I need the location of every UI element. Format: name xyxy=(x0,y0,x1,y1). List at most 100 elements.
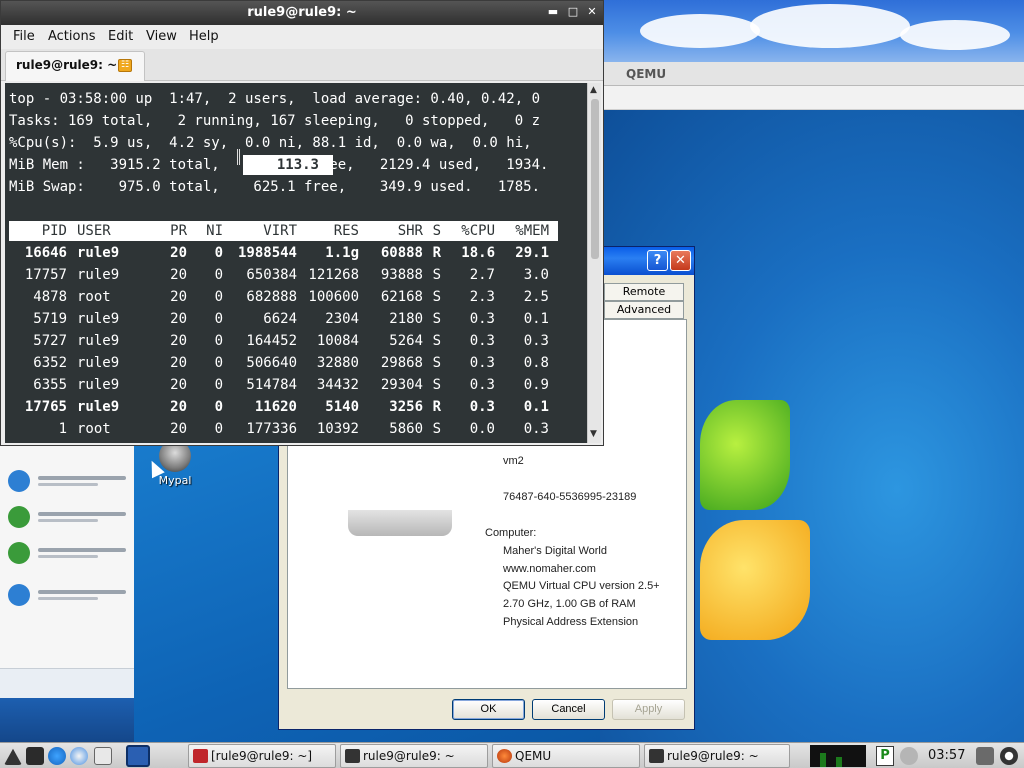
computer-monitor-icon xyxy=(348,510,452,536)
cell-virt: 1988544 xyxy=(237,245,297,261)
cell-shr: 62168 xyxy=(380,289,423,305)
screen-lock-icon[interactable] xyxy=(976,747,994,765)
cell-virt: 164452 xyxy=(246,333,297,349)
tab-activity-icon: ☷ xyxy=(118,59,132,72)
cell-res: 10084 xyxy=(316,333,359,349)
terminal-icon[interactable] xyxy=(94,747,112,765)
column-header-virt: VIRT xyxy=(263,223,297,239)
network-icon[interactable] xyxy=(900,747,918,765)
task-text-editor[interactable]: [rule9@rule9: ~] xyxy=(188,744,336,768)
cell-cpu: 0.3 xyxy=(469,311,495,327)
column-header-user: USER xyxy=(77,223,111,239)
scroll-down-icon[interactable]: ▼ xyxy=(590,429,597,439)
cell-virt: 11620 xyxy=(254,399,297,415)
terminal-screen[interactable]: top - 03:58:00 up 1:47, 2 users, load av… xyxy=(5,83,587,443)
guest-start-menu-bottom xyxy=(0,668,134,698)
taskbar: [rule9@rule9: ~] rule9@rule9: ~ QEMU rul… xyxy=(0,742,1024,768)
column-header-state: S xyxy=(432,223,441,239)
guest-taskbar-strip xyxy=(0,698,134,742)
cell-shr: 2180 xyxy=(389,311,423,327)
minimize-icon[interactable]: ▬ xyxy=(545,4,561,20)
menu-edit[interactable]: Edit xyxy=(108,29,133,44)
cell-pr: 20 xyxy=(170,245,187,261)
menu-help[interactable]: Help xyxy=(189,29,219,44)
qemu-window-titlebar[interactable]: QEMU xyxy=(600,62,1024,86)
cell-cpu: 2.7 xyxy=(469,267,495,283)
cell-mem: 2.5 xyxy=(523,289,549,305)
table-row: 6355 rule9 20 0 514784 34432 29304 S 0.3 0.9 xyxy=(9,374,569,396)
menu-actions[interactable]: Actions xyxy=(48,29,96,44)
cell-user: root xyxy=(77,289,111,305)
cell-ni: 0 xyxy=(214,377,223,393)
cpu-speed-ram: 2.70 GHz, 1.00 GB of RAM xyxy=(503,598,636,610)
scrollbar-thumb[interactable] xyxy=(591,99,599,259)
minimize-all-icon[interactable] xyxy=(26,747,44,765)
ok-button[interactable]: OK xyxy=(452,699,525,720)
tab-bar: rule9@rule9: ~ ☷ xyxy=(1,49,603,81)
cell-cpu: 0.0 xyxy=(469,421,495,437)
cell-pid: 16646 xyxy=(24,245,67,261)
file-manager-icon[interactable] xyxy=(70,747,88,765)
tab-remote[interactable]: Remote xyxy=(604,283,684,301)
tray-p-icon[interactable]: P xyxy=(876,746,894,766)
maximize-icon[interactable]: □ xyxy=(565,4,581,20)
terminal-window: rule9@rule9: ~ ▬ □ ✕ File Actions Edit V… xyxy=(0,0,604,446)
cell-s: S xyxy=(432,289,441,305)
task-terminal-2[interactable]: rule9@rule9: ~ xyxy=(644,744,790,768)
table-row: 4878 root 20 0 682888 100600 62168 S 2.3 2.5 xyxy=(9,286,569,308)
pae-info: Physical Address Extension xyxy=(503,616,639,628)
cell-cpu: 0.3 xyxy=(469,377,495,393)
task-terminal-1[interactable]: rule9@rule9: ~ xyxy=(340,744,488,768)
cell-ni: 0 xyxy=(214,333,223,349)
cell-cpu: 18.6 xyxy=(461,245,495,261)
cell-res: 2304 xyxy=(325,311,359,327)
product-id: 76487-640-5536995-23189 xyxy=(503,491,637,503)
menu-view[interactable]: View xyxy=(146,29,177,44)
help-button[interactable]: ? xyxy=(647,250,668,271)
apply-button[interactable]: Apply xyxy=(612,699,685,720)
cell-pid: 17765 xyxy=(24,399,67,415)
cell-virt: 6624 xyxy=(263,311,297,327)
qemu-icon[interactable] xyxy=(126,745,150,767)
cell-pr: 20 xyxy=(170,267,187,283)
cell-pid: 4878 xyxy=(33,289,67,305)
vertical-scrollbar[interactable]: ▲ ▼ xyxy=(587,83,601,443)
cell-s: S xyxy=(432,311,441,327)
cell-res: 34432 xyxy=(316,377,359,393)
cell-pr: 20 xyxy=(170,311,187,327)
scroll-up-icon[interactable]: ▲ xyxy=(590,85,597,95)
desktop-icon-label: Mypal xyxy=(158,474,192,487)
close-icon[interactable]: ✕ xyxy=(584,4,600,20)
cell-shr: 5860 xyxy=(389,421,423,437)
cell-mem: 0.3 xyxy=(523,333,549,349)
cell-ni: 0 xyxy=(214,399,223,415)
cpu-monitor-graph xyxy=(810,745,866,767)
cell-pr: 20 xyxy=(170,289,187,305)
cell-res: 100600 xyxy=(308,289,359,305)
top-summary-swap: MiB Swap: 975.0 total, 625.1 free, 349.9… xyxy=(9,179,541,195)
cell-pid: 1 xyxy=(58,421,67,437)
cell-mem: 0.1 xyxy=(523,399,549,415)
cell-mem: 0.3 xyxy=(523,421,549,437)
task-qemu[interactable]: QEMU xyxy=(492,744,640,768)
terminal-titlebar[interactable]: rule9@rule9: ~ ▬ □ ✕ xyxy=(1,1,603,25)
cell-ni: 0 xyxy=(214,289,223,305)
table-row: 17765 rule9 20 0 11620 5140 3256 R 0.3 0.1 xyxy=(9,396,569,418)
tab-terminal[interactable]: rule9@rule9: ~ ☷ xyxy=(5,51,145,81)
cancel-button[interactable]: Cancel xyxy=(532,699,605,720)
column-header-mem: %MEM xyxy=(515,223,549,239)
task-label: rule9@rule9: ~ xyxy=(363,749,455,763)
tab-advanced[interactable]: Advanced xyxy=(604,301,684,319)
manufacturer-url: www.nomaher.com xyxy=(503,563,596,575)
cell-user: rule9 xyxy=(77,311,120,327)
browser-icon[interactable] xyxy=(48,747,66,765)
qemu-icon xyxy=(497,749,512,763)
close-icon[interactable]: ✕ xyxy=(670,250,691,271)
cell-shr: 5264 xyxy=(389,333,423,349)
cell-shr: 29868 xyxy=(380,355,423,371)
cell-s: S xyxy=(432,333,441,349)
menu-file[interactable]: File xyxy=(13,29,35,44)
menu-icon[interactable] xyxy=(4,748,22,765)
clock[interactable]: 03:57 xyxy=(928,743,965,768)
power-icon[interactable] xyxy=(1000,747,1018,765)
